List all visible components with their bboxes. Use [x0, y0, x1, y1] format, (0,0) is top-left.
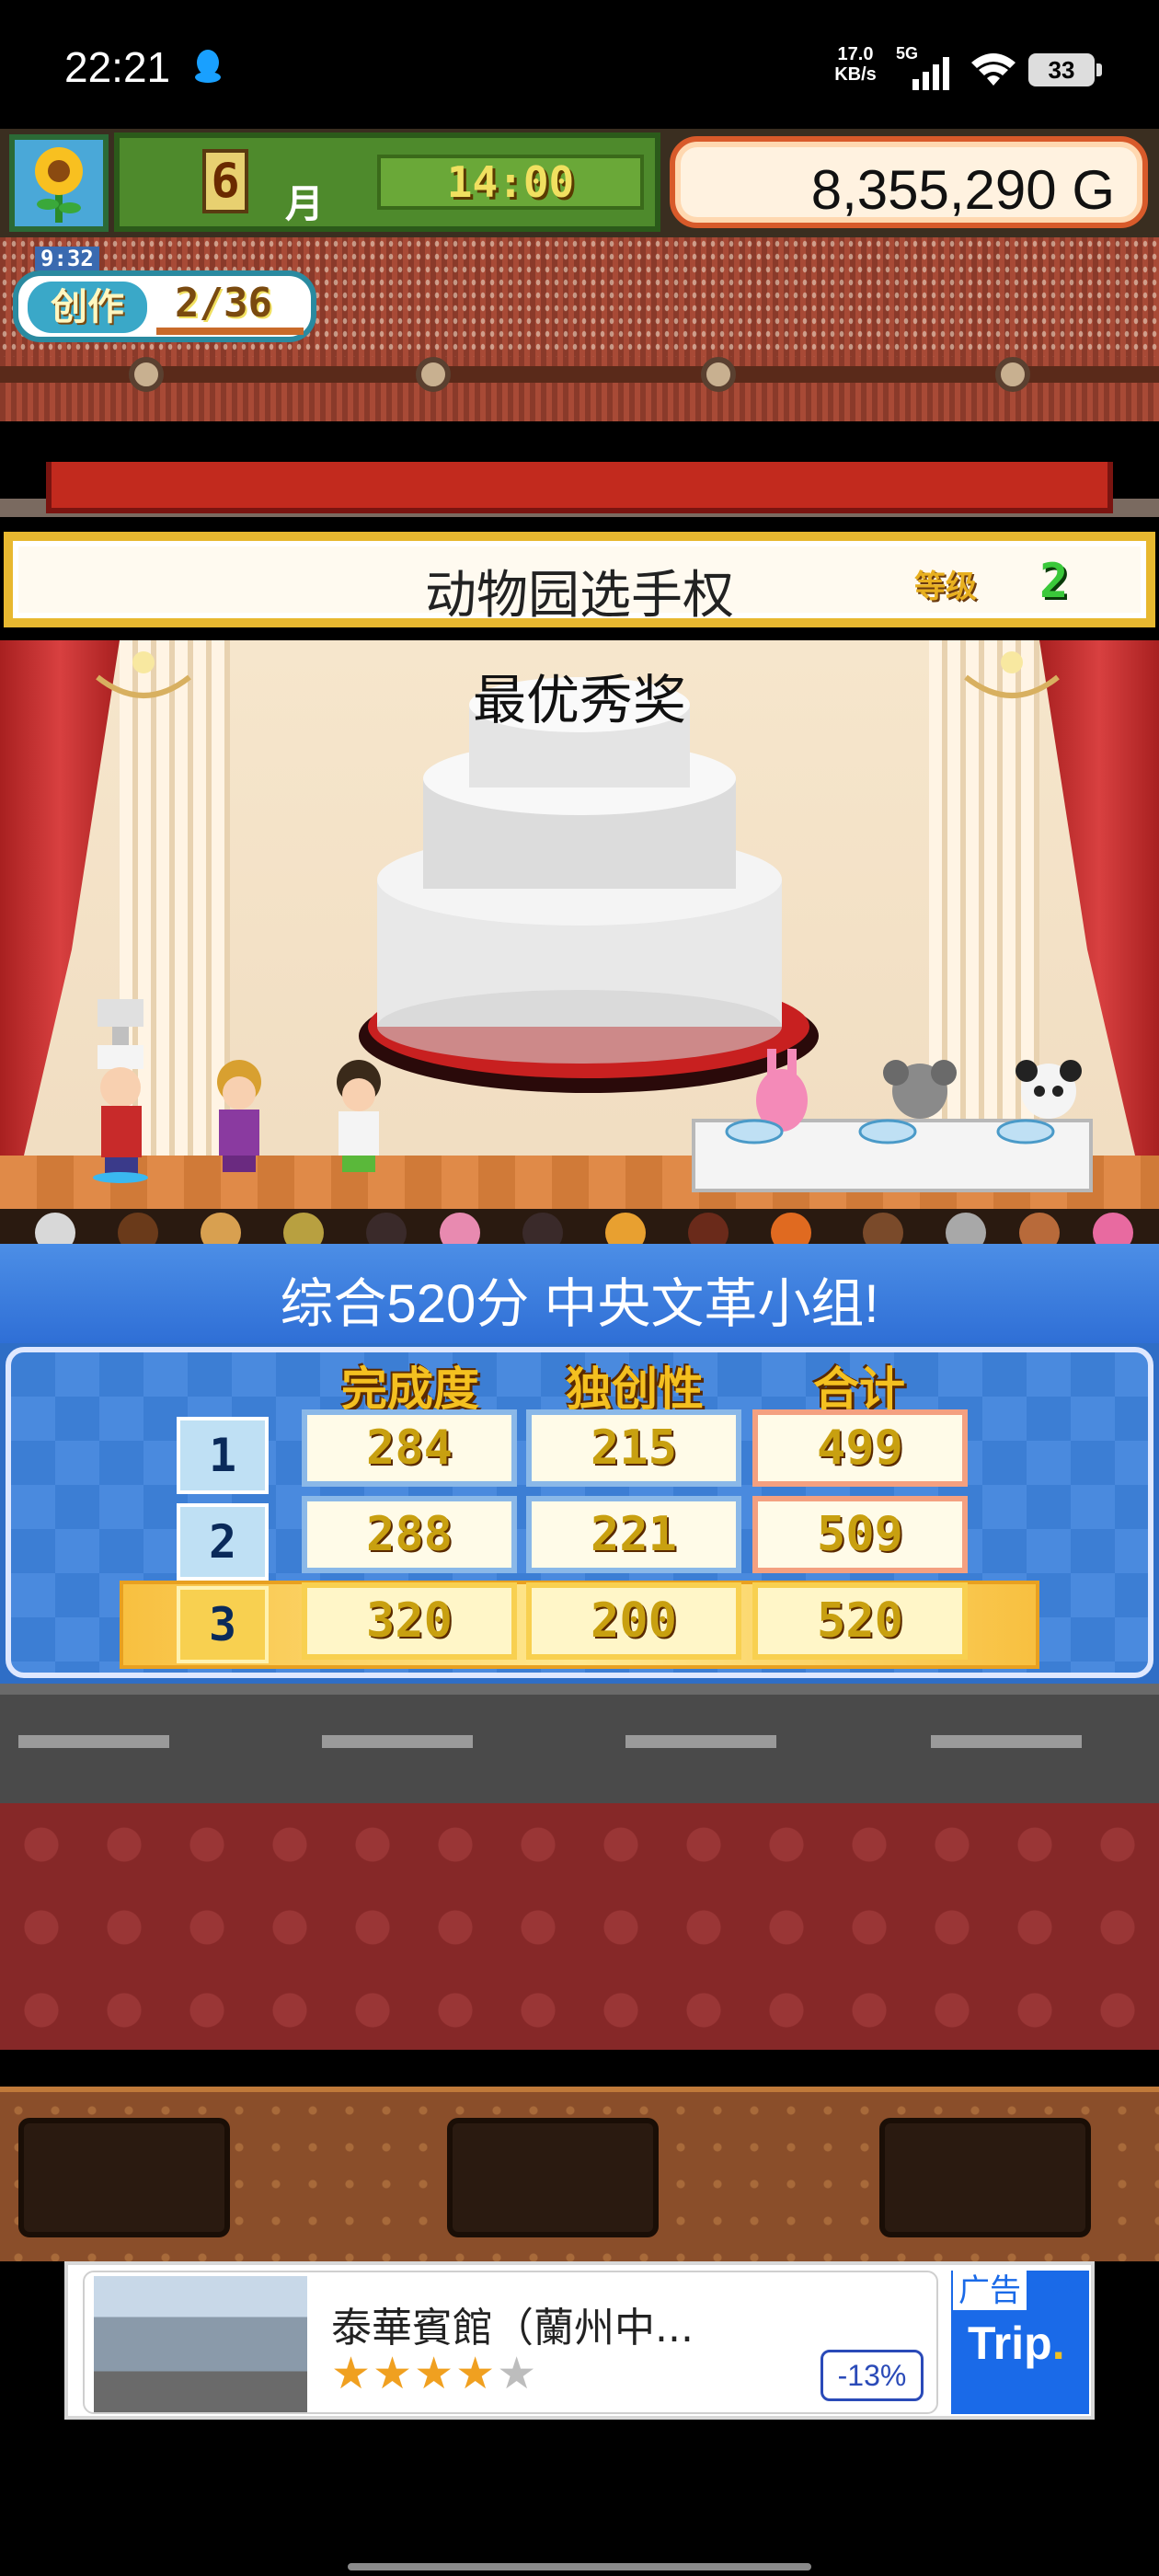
date-panel: 6 月 14:00 — [114, 132, 660, 232]
battery-indicator: 33 — [1028, 53, 1102, 86]
production-timer: 9:32 — [35, 247, 99, 270]
network-speed-value: 17.0 — [837, 44, 874, 64]
month-number: 6 — [202, 149, 248, 213]
result-summary: 综合520分 中央文革小组! — [280, 1274, 879, 1334]
home-indicator[interactable] — [348, 2563, 811, 2570]
road-strip — [0, 1684, 1159, 1803]
sunflower-icon[interactable] — [9, 134, 109, 232]
stage-lamp — [129, 357, 164, 392]
lane-marking — [625, 1735, 776, 1748]
top-hud: 6 月 14:00 8,355,290 G — [0, 129, 1159, 237]
lane-marking — [931, 1735, 1082, 1748]
status-bar: 22:21 17.0 KB/s 5G 33 — [0, 0, 1159, 129]
status-time: 22:21 — [64, 43, 171, 91]
hotel-photo — [94, 2276, 307, 2412]
stage-lamp — [701, 357, 736, 392]
score-originality: 221 — [526, 1496, 741, 1573]
score-completion: 288 — [302, 1496, 517, 1573]
production-progress: 2/36 — [175, 280, 272, 327]
score-originality: 215 — [526, 1409, 741, 1487]
stage-lamp — [416, 357, 451, 392]
production-badge[interactable]: 9:32 创作 2/36 — [13, 247, 316, 342]
trip-logo-text: Trip. — [968, 2317, 1065, 2370]
shelf-slot[interactable] — [879, 2118, 1091, 2237]
stage-lamp — [995, 357, 1030, 392]
brand-dot: . — [1051, 2317, 1065, 2369]
stage-valance — [46, 462, 1113, 513]
star-icon: ★ — [331, 2348, 373, 2399]
screen: 22:21 17.0 KB/s 5G 33 6 月 14:00 8,355,29… — [0, 0, 1159, 2576]
rank-cell: 1 — [177, 1417, 269, 1494]
star-icon: ★ — [373, 2348, 415, 2399]
brand-name: Trip — [968, 2317, 1052, 2369]
close-icon[interactable]: ✕ — [1047, 2265, 1078, 2307]
road-kerb — [0, 1684, 1159, 1695]
network-speed-unit: KB/s — [834, 64, 877, 85]
signal-icon — [912, 57, 949, 90]
chef-characters — [93, 999, 381, 1183]
audience-crowd — [0, 1209, 1159, 1244]
money-value: 8,355,290 G — [810, 159, 1115, 221]
score-total: 520 — [752, 1582, 968, 1660]
judge-plates — [725, 1119, 1055, 1144]
game-canvas[interactable]: 6 月 14:00 8,355,290 G 9:32 创作 2/36 动物园选手… — [0, 129, 1159, 1343]
ad-banner[interactable]: 泰華賓館（蘭州中... ★★★★★ -13% Trip. 广告 ✕ — [64, 2261, 1095, 2420]
score-completion: 284 — [302, 1409, 517, 1487]
production-label: 创作 — [28, 282, 147, 333]
stage-rail — [0, 366, 1159, 383]
result-bar: 综合520分 中央文革小组! — [0, 1244, 1159, 1343]
contest-grade-value: 2 — [1039, 554, 1069, 609]
star-icon: ★ — [455, 2348, 498, 2399]
discount-badge: -13% — [820, 2350, 924, 2401]
score-originality: 200 — [526, 1582, 741, 1660]
wifi-icon — [971, 53, 1016, 86]
month-label: 月 — [285, 181, 325, 226]
shelf-slot[interactable] — [18, 2118, 230, 2237]
score-completion: 320 — [302, 1582, 517, 1660]
score-total: 499 — [752, 1409, 968, 1487]
game-clock: 14:00 — [377, 155, 644, 210]
lane-marking — [18, 1735, 169, 1748]
rating-stars: ★★★★★ — [331, 2348, 538, 2399]
score-total: 509 — [752, 1496, 968, 1573]
award-scene: 最优秀奖 — [0, 640, 1159, 1244]
contest-banner: 动物园选手权 等级 2 — [4, 532, 1155, 627]
star-icon: ★ — [414, 2348, 456, 2399]
rank-cell: 3 — [177, 1586, 269, 1663]
production-progress-bar — [156, 328, 304, 335]
star-empty-icon: ★ — [497, 2348, 539, 2399]
contest-grade-label: 等级 — [914, 569, 977, 605]
lane-marking — [322, 1735, 473, 1748]
shelf-slot[interactable] — [447, 2118, 659, 2237]
carpet-floor — [0, 1803, 1159, 2050]
money-display: 8,355,290 G — [670, 136, 1148, 228]
network-speed: 17.0 KB/s — [828, 44, 883, 85]
production-panel: 创作 2/36 — [13, 270, 316, 342]
gap — [0, 2050, 1159, 2087]
qq-icon — [195, 50, 221, 83]
award-name: 最优秀奖 — [472, 669, 686, 731]
ad-tag: 广告 — [953, 2265, 1027, 2310]
ad-card[interactable]: 泰華賓館（蘭州中... ★★★★★ -13% — [83, 2271, 938, 2414]
ad-title: 泰華賓館（蘭州中... — [331, 2305, 694, 2352]
rank-cell: 2 — [177, 1503, 269, 1581]
